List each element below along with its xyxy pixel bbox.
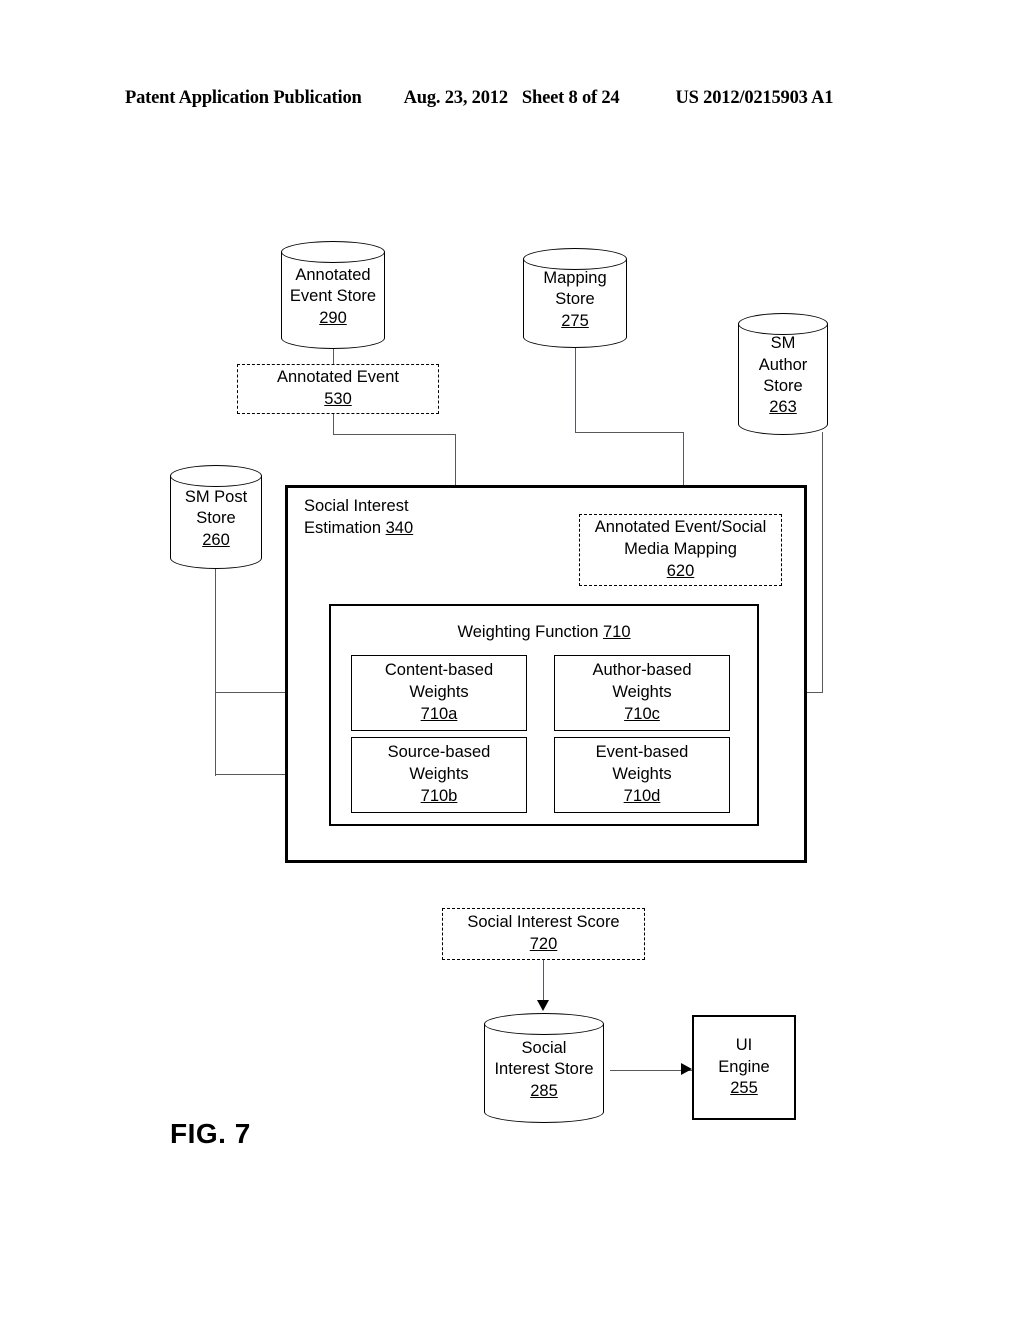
- connector-263-down: [822, 432, 824, 693]
- store-290-line1: Annotated: [295, 265, 371, 284]
- store-263-ref: 263: [769, 398, 797, 417]
- weights-710a-line2: Weights: [409, 683, 469, 702]
- arrow-285-into-255: [681, 1063, 692, 1075]
- connector-720-to-285: [543, 960, 545, 1005]
- header-patent-number: US 2012/0215903 A1: [675, 88, 834, 108]
- weighting-function-title: Weighting Function 710: [331, 622, 757, 644]
- weighting-function-ref: 710: [603, 623, 631, 641]
- store-285-line1: Social: [521, 1038, 567, 1057]
- weights-710b-ref: 710b: [420, 786, 458, 805]
- store-263-line2: Author: [758, 355, 808, 374]
- datastore-annotated-event-store[interactable]: Annotated Event Store 290: [281, 241, 385, 349]
- weights-710b-line2: Weights: [409, 765, 469, 784]
- connector-275-right: [575, 432, 684, 434]
- store-260-line2: Store: [196, 509, 236, 528]
- module-340-ref: 340: [385, 518, 414, 537]
- store-275-line2: Store: [555, 290, 595, 309]
- connector-530-seg-down1: [333, 413, 335, 435]
- ui-engine-line2: Engine: [718, 1057, 770, 1076]
- weights-710c-line2: Weights: [612, 683, 672, 702]
- store-285-ref: 285: [530, 1081, 558, 1100]
- header-sheet: Sheet 8 of 24: [521, 88, 620, 108]
- weights-710c-ref: 710c: [624, 704, 660, 723]
- artifact-annotated-event-social-media-mapping[interactable]: Annotated Event/Social Media Mapping 620: [579, 514, 782, 586]
- artifact-social-interest-score[interactable]: Social Interest Score 720: [442, 908, 645, 960]
- connector-285-to-255: [610, 1070, 692, 1072]
- store-260-ref: 260: [202, 530, 230, 549]
- datastore-label: SM Post Store 260: [170, 479, 262, 559]
- connector-530-seg-right: [333, 434, 456, 436]
- page-header: Patent Application Publication Aug. 23, …: [125, 88, 915, 109]
- weighting-function-label: Weighting Function: [457, 623, 599, 641]
- datastore-label: Mapping Store 275: [523, 262, 627, 338]
- store-285-line2: Interest Store: [494, 1060, 594, 1079]
- module-author-based-weights[interactable]: Author-based Weights 710c: [554, 655, 730, 731]
- weights-710d-line1: Event-based: [595, 743, 689, 762]
- connector-275-down: [575, 347, 577, 433]
- weights-710a-ref: 710a: [420, 704, 458, 723]
- patent-figure-page: Patent Application Publication Aug. 23, …: [0, 0, 1024, 1320]
- store-275-ref: 275: [561, 311, 589, 330]
- ui-engine-ref: 255: [730, 1079, 758, 1098]
- module-340-title: Social Interest Estimation 340: [304, 496, 504, 540]
- datastore-label: Social Interest Store 285: [484, 1027, 604, 1113]
- datastore-label: Annotated Event Store 290: [281, 255, 385, 339]
- header-date: Aug. 23, 2012: [403, 88, 509, 108]
- artifact-530-ref: 530: [324, 390, 352, 408]
- datastore-mapping-store[interactable]: Mapping Store 275: [523, 248, 627, 348]
- weights-710c-line1: Author-based: [592, 661, 692, 680]
- artifact-620-ref: 620: [666, 561, 695, 580]
- connector-260-down2: [215, 692, 217, 776]
- artifact-620-line2: Media Mapping: [624, 540, 737, 559]
- module-source-based-weights[interactable]: Source-based Weights 710b: [351, 737, 527, 813]
- module-340-line2: Estimation: [304, 518, 382, 537]
- module-event-based-weights[interactable]: Event-based Weights 710d: [554, 737, 730, 813]
- store-290-line2: Event Store: [289, 287, 377, 306]
- store-290-ref: 290: [319, 308, 347, 327]
- store-263-line3: Store: [763, 377, 803, 395]
- store-275-line1: Mapping: [543, 268, 607, 287]
- datastore-social-interest-store[interactable]: Social Interest Store 285: [484, 1013, 604, 1123]
- artifact-720-label: Social Interest Score: [467, 913, 620, 932]
- module-ui-engine[interactable]: UI Engine 255: [692, 1015, 796, 1120]
- store-263-line1: SM: [770, 334, 796, 353]
- datastore-sm-author-store[interactable]: SM Author Store 263: [738, 313, 828, 435]
- module-340-line1: Social Interest: [304, 497, 409, 515]
- artifact-720-ref: 720: [529, 935, 558, 953]
- datastore-sm-post-store[interactable]: SM Post Store 260: [170, 465, 262, 569]
- weights-710d-line2: Weights: [612, 765, 672, 784]
- module-content-based-weights[interactable]: Content-based Weights 710a: [351, 655, 527, 731]
- connector-260-down1: [215, 568, 217, 695]
- ui-engine-line1: UI: [735, 1035, 753, 1054]
- header-publication: Patent Application Publication: [125, 88, 362, 108]
- artifact-annotated-event[interactable]: Annotated Event 530: [237, 364, 439, 414]
- store-260-line1: SM Post: [184, 487, 248, 506]
- figure-label: FIG. 7: [170, 1118, 251, 1149]
- weights-710a-line1: Content-based: [384, 661, 494, 680]
- weights-710d-ref: 710d: [623, 786, 661, 805]
- artifact-530-label: Annotated Event: [276, 368, 399, 387]
- datastore-label: SM Author Store 263: [738, 327, 828, 425]
- arrow-720-into-285: [537, 1000, 549, 1011]
- artifact-620-line1: Annotated Event/Social: [594, 518, 767, 537]
- weights-710b-line1: Source-based: [387, 743, 491, 762]
